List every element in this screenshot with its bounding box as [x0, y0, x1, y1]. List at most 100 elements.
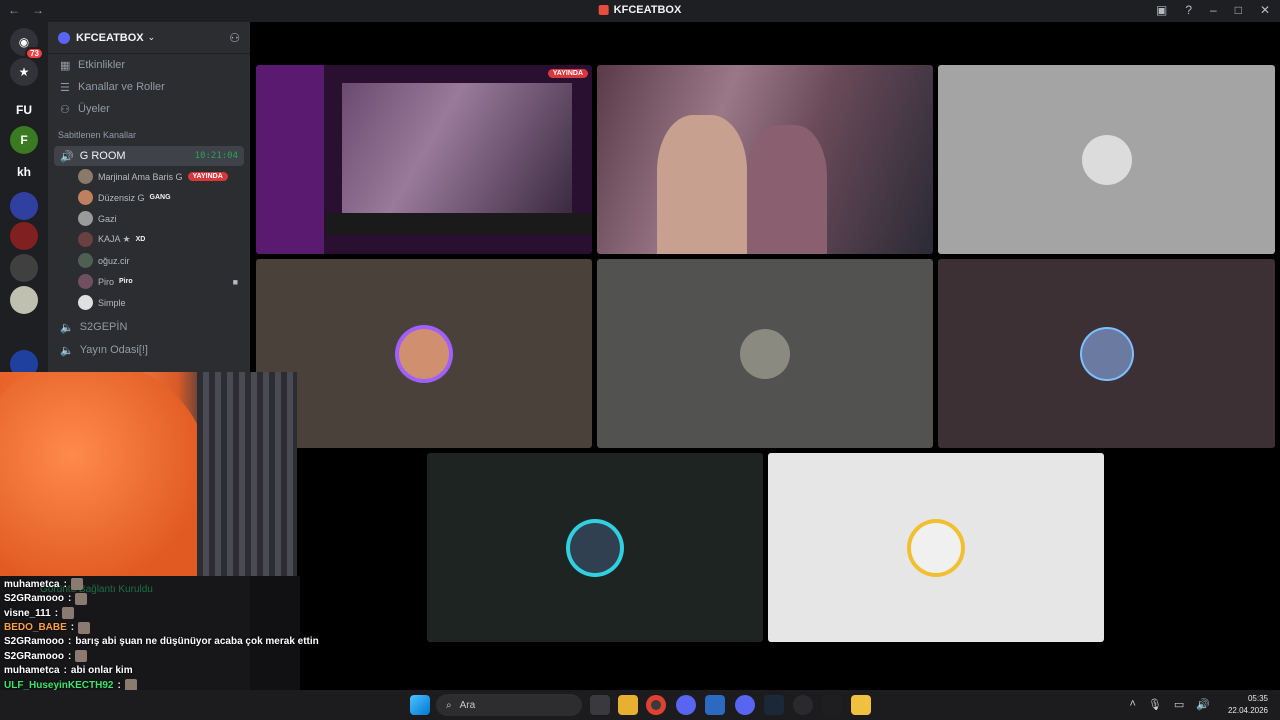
voice-user-list: Marjinal Ama Baris G YAYINDA Düzensiz G GAN… [48, 166, 250, 313]
chat-username: S2GRamooo [4, 636, 65, 647]
chat-separator: : [68, 636, 72, 647]
user-tag: Piro [119, 278, 133, 285]
voice-user[interactable]: Gazi [48, 208, 250, 229]
chat-message: S2GRamooo: [4, 592, 88, 605]
chat-username: visne_111 [4, 607, 51, 619]
task-view-icon[interactable] [590, 695, 610, 715]
start-menu-icon[interactable] [410, 695, 430, 715]
chat-text: barış abi şuan ne düşünüyor acaba çok me… [75, 636, 319, 647]
obs-icon[interactable] [793, 695, 813, 715]
voice-user[interactable]: Piro Piro ■ [48, 271, 250, 292]
app-icon[interactable] [851, 695, 871, 715]
history-nav: ← → [8, 3, 44, 17]
voice-user-name: Marjinal Ama Baris G [98, 171, 183, 182]
chat-message: BEDO_BABE: [4, 621, 91, 634]
emote-icon [70, 578, 83, 591]
microphone-icon[interactable]: 🎙 [1148, 698, 1162, 711]
live-badge: YAYINDA [547, 69, 588, 78]
taskbar-search[interactable]: ⌕ Ara [436, 694, 582, 716]
video-tile-camera[interactable] [597, 65, 933, 254]
emote-icon [75, 592, 88, 605]
window-title: KFCEATBOX [598, 4, 681, 16]
user-avatar [570, 522, 620, 573]
calendar-icon: ▦ [60, 59, 71, 72]
server-fury-icon[interactable]: F [10, 126, 38, 154]
system-tray: ˄ 🎙 ▭ 🔊 [1129, 698, 1210, 711]
discord-icon[interactable] [735, 695, 755, 715]
voice-channel-yayin-odasi[interactable]: 🔈 Yayın Odasi[!] [54, 340, 244, 360]
server-kh-icon[interactable]: kh [10, 158, 38, 186]
guild-header[interactable]: KFCEATBOX ⌄ ⚇ [48, 22, 250, 54]
video-tile-user[interactable] [938, 259, 1275, 448]
nav-members[interactable]: ⚇ Üyeler [48, 98, 250, 120]
chat-message: S2GRamooo: [4, 650, 88, 663]
user-avatar [78, 274, 93, 289]
server-fu-icon[interactable]: FU [10, 96, 38, 124]
discord-home-icon[interactable]: ◉ 73 [10, 28, 44, 60]
chat-separator: : [68, 650, 72, 662]
network-icon[interactable]: ▭ [1174, 698, 1184, 711]
user-avatar [78, 211, 93, 226]
video-tile-user[interactable] [938, 65, 1275, 254]
category-pinned-channels[interactable]: Sabitlenen Kanallar [48, 120, 250, 146]
inbox-icon[interactable]: ▣ [1156, 3, 1167, 17]
video-tile-user[interactable] [597, 259, 933, 448]
server-kfceatbox-icon[interactable] [10, 222, 38, 250]
stream-tile-screen-share[interactable]: YAYINDA [256, 65, 592, 254]
favorites-star-icon[interactable]: ★ [10, 58, 38, 86]
search-icon: ⌕ [446, 699, 452, 711]
voice-user[interactable]: Simple [48, 292, 250, 313]
maximize-button[interactable]: □ [1235, 3, 1242, 17]
user-avatar [78, 295, 93, 310]
voice-channel-g-room[interactable]: 🔊 G ROOM 10:21:04 [54, 146, 244, 166]
media-player-icon[interactable] [822, 695, 842, 715]
file-explorer-icon[interactable] [618, 695, 638, 715]
chat-username: BEDO_BABE [4, 622, 67, 634]
voice-user[interactable]: KAJA ★ XD [48, 229, 250, 250]
back-arrow-icon[interactable]: ← [8, 3, 20, 17]
voice-user[interactable]: oğuz.cir [48, 250, 250, 271]
video-tile-user[interactable] [256, 259, 592, 448]
voice-user[interactable]: Düzensiz G GANG [48, 187, 250, 208]
voice-channel-s2gepin[interactable]: 🔈 S2GEPİN [54, 317, 244, 337]
voice-user-name: Gazi [98, 213, 117, 224]
server-logo-icon [598, 5, 609, 15]
chevron-up-icon[interactable]: ˄ [1129, 698, 1135, 711]
forward-arrow-icon[interactable]: → [32, 3, 44, 17]
invite-people-icon[interactable]: ⚇ [229, 31, 240, 45]
voice-timer: 10:21:04 [194, 151, 238, 161]
webcam-curtain [197, 372, 297, 576]
windows-taskbar: ⌕ Ara ˄ 🎙 ▭ 🔊 05:35 22.04.2026 [0, 690, 1280, 720]
webcam-person [0, 372, 210, 576]
app-icon[interactable] [705, 695, 725, 715]
chat-message: visne_111: [4, 607, 75, 620]
minimize-button[interactable]: – [1210, 3, 1217, 17]
close-button[interactable]: ✕ [1260, 3, 1270, 17]
user-tag: XD [135, 236, 146, 243]
video-tile-user[interactable] [768, 453, 1104, 642]
volume-icon[interactable]: 🔊 [1196, 698, 1210, 711]
chat-separator: : [63, 664, 67, 676]
steam-icon[interactable] [764, 695, 784, 715]
server-icon[interactable] [10, 254, 38, 282]
discord-icon[interactable] [676, 695, 696, 715]
speaker-icon: 🔊 [60, 150, 74, 163]
server-icon[interactable] [10, 286, 38, 314]
chat-username: muhametca [4, 664, 60, 676]
server-icon[interactable] [10, 192, 38, 220]
nav-channels-roles[interactable]: ☰ Kanallar ve Roller [48, 76, 250, 98]
video-tile-user[interactable] [427, 453, 763, 642]
members-icon: ⚇ [60, 103, 70, 116]
chat-separator: : [68, 593, 72, 605]
help-icon[interactable]: ? [1185, 3, 1192, 17]
nav-events[interactable]: ▦ Etkinlikler [48, 54, 250, 76]
title-bar: ← → KFCEATBOX ▣ ? – □ ✕ [0, 0, 1280, 22]
voice-user-name: oğuz.cir [98, 255, 130, 266]
chat-username: muhametca [4, 578, 60, 590]
voice-user[interactable]: Marjinal Ama Baris G YAYINDA [48, 166, 250, 187]
taskbar-clock[interactable]: 05:35 22.04.2026 [1228, 693, 1268, 717]
stream-chat-overlay: Görüntü Bağlantı Kuruldu muhametca: S2GRa… [0, 576, 319, 692]
chat-separator: : [54, 607, 59, 619]
user-avatar [911, 522, 961, 573]
chrome-icon[interactable] [646, 695, 666, 715]
